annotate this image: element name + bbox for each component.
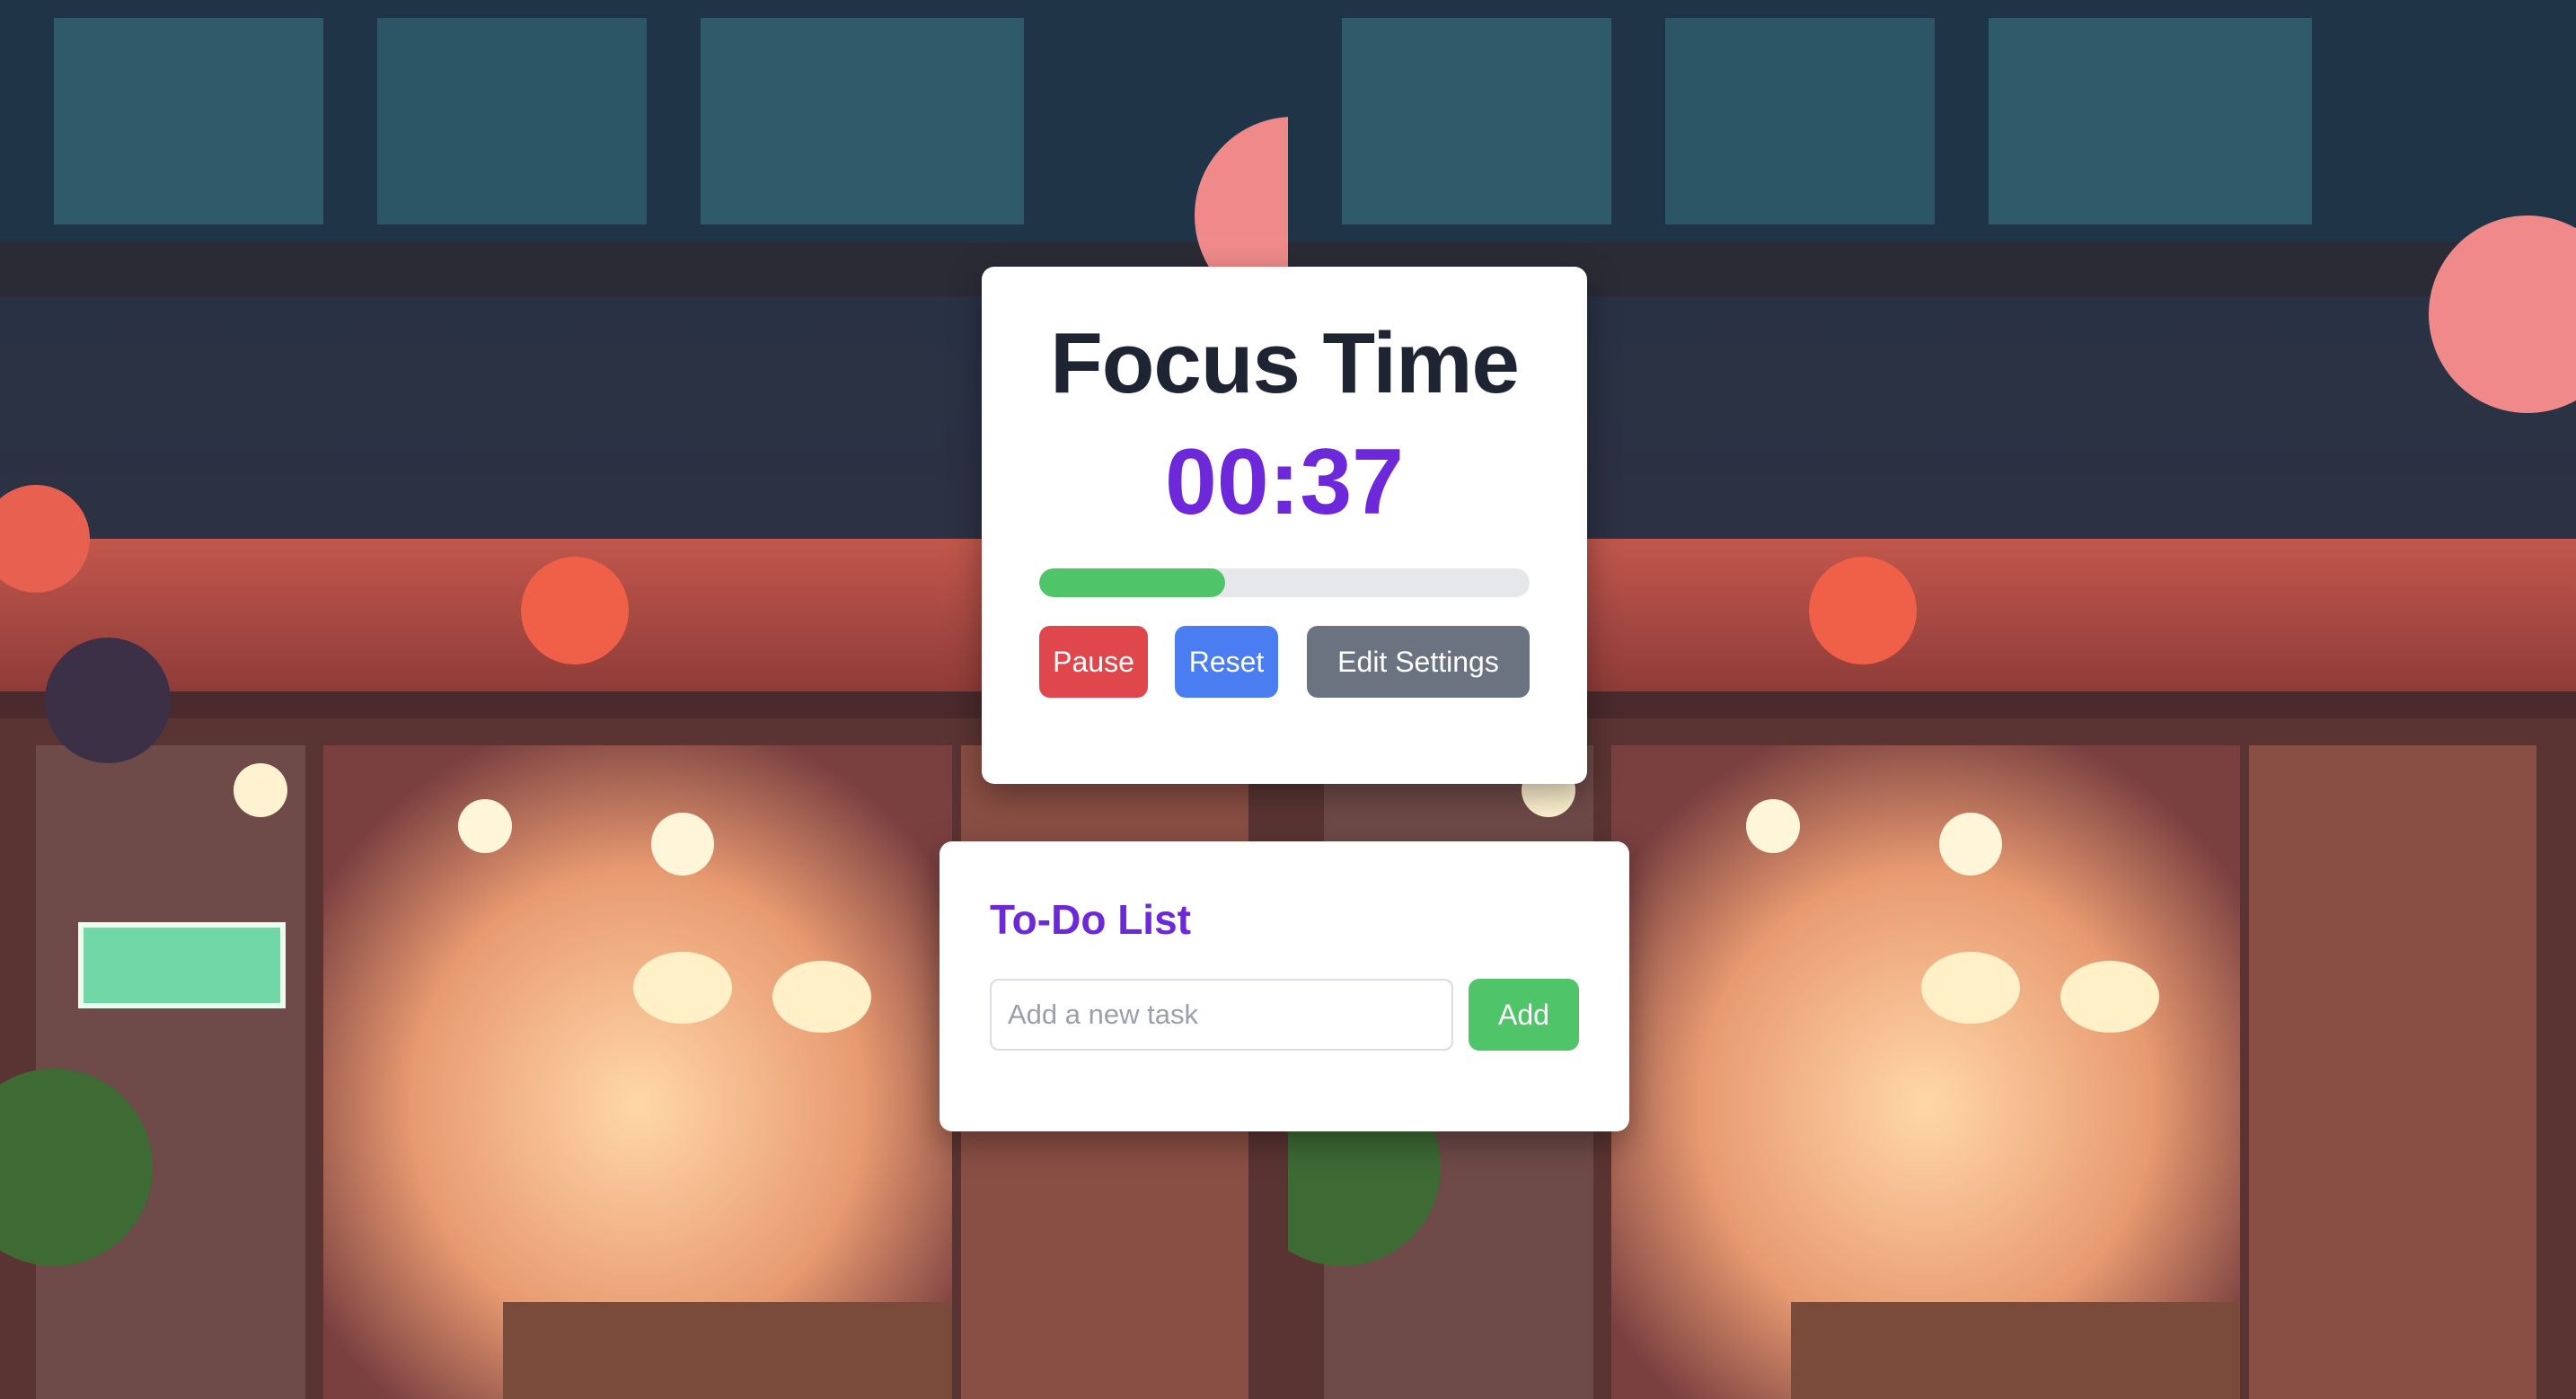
pause-button[interactable]: Pause (1039, 626, 1148, 698)
timer-progress-fill (1039, 568, 1226, 597)
timer-progress-bar (1039, 568, 1530, 597)
add-task-button[interactable]: Add (1469, 979, 1579, 1051)
todo-card: To-Do List Add (940, 841, 1629, 1131)
edit-settings-button[interactable]: Edit Settings (1307, 626, 1530, 698)
page-background: Focus Time 00:37 Pause Reset Edit Settin… (0, 0, 2576, 1399)
timer-title: Focus Time (1050, 315, 1520, 411)
reset-button[interactable]: Reset (1175, 626, 1278, 698)
timer-card: Focus Time 00:37 Pause Reset Edit Settin… (982, 267, 1587, 784)
timer-countdown: 00:37 (1165, 430, 1404, 534)
new-task-input[interactable] (990, 979, 1453, 1051)
todo-title: To-Do List (990, 896, 1191, 943)
